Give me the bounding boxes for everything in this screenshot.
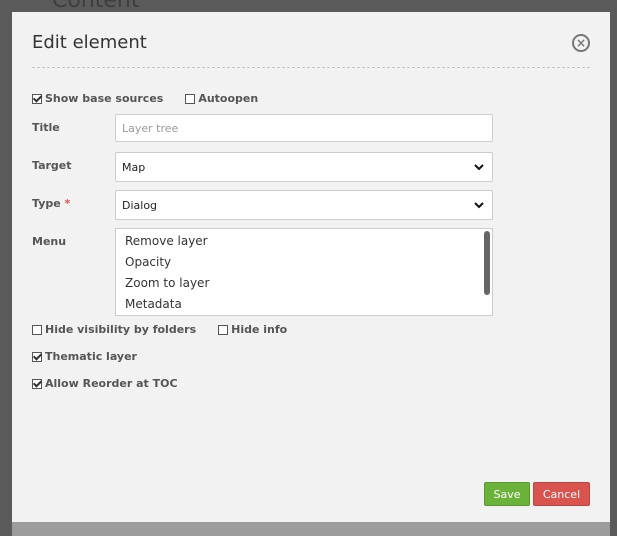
type-select[interactable]: Dialog [115,190,493,220]
required-marker: * [64,197,71,210]
show-base-sources-checkbox[interactable]: Show base sources [32,92,163,105]
checkbox-checked-icon[interactable] [32,351,42,362]
checkbox-unchecked-icon[interactable] [32,324,42,335]
menu-label: Menu [32,235,67,248]
checkbox-checked-icon[interactable] [32,378,42,389]
type-label-text: Type [32,197,61,210]
title-input[interactable] [115,114,493,142]
allow-reorder-checkbox[interactable]: Allow Reorder at TOC [32,377,178,390]
close-icon[interactable]: × [572,34,590,52]
target-label: Target [32,159,72,172]
hide-info-label: Hide info [231,323,288,336]
visibility-options-row: Hide visibility by folders Hide info [32,323,309,336]
chevron-down-icon [474,164,484,171]
thematic-layer-label: Thematic layer [45,350,137,363]
menu-option[interactable]: Metadata [116,294,492,315]
menu-multiselect[interactable]: Remove layer Opacity Zoom to layer Metad… [115,228,493,316]
dialog-bottom-edge [12,522,610,536]
autoopen-checkbox[interactable]: Autoopen [185,92,258,105]
show-base-sources-label: Show base sources [45,92,164,105]
hide-info-checkbox[interactable]: Hide info [218,323,287,336]
cancel-button[interactable]: Cancel [533,482,590,506]
menu-option[interactable]: Zoom to layer [116,273,492,294]
allow-reorder-label: Allow Reorder at TOC [45,377,178,390]
chevron-down-icon [474,202,484,209]
menu-option[interactable]: Opacity [116,252,492,273]
dialog-header: Edit element × [32,32,590,68]
hide-visibility-checkbox[interactable]: Hide visibility by folders [32,323,196,336]
thematic-layer-checkbox[interactable]: Thematic layer [32,350,137,363]
scrollbar-thumb[interactable] [484,231,490,295]
source-options-row: Show base sources Autoopen [32,92,280,105]
target-select-value: Map [122,160,146,174]
hide-visibility-label: Hide visibility by folders [45,323,197,336]
checkbox-unchecked-icon[interactable] [218,324,229,335]
save-button[interactable]: Save [484,482,530,506]
dialog-title: Edit element [32,32,147,53]
title-label: Title [32,121,60,134]
target-select[interactable]: Map [115,152,493,182]
type-label: Type * [32,197,70,210]
type-select-value: Dialog [122,198,158,212]
checkbox-unchecked-icon[interactable] [185,93,196,104]
thematic-layer-row: Thematic layer [32,350,159,363]
menu-option[interactable]: Remove layer [116,231,492,252]
edit-element-dialog: Edit element × Show base sources Autoope… [12,12,610,526]
checkbox-checked-icon[interactable] [32,93,42,104]
allow-reorder-row: Allow Reorder at TOC [32,377,200,390]
autoopen-label: Autoopen [198,92,259,105]
